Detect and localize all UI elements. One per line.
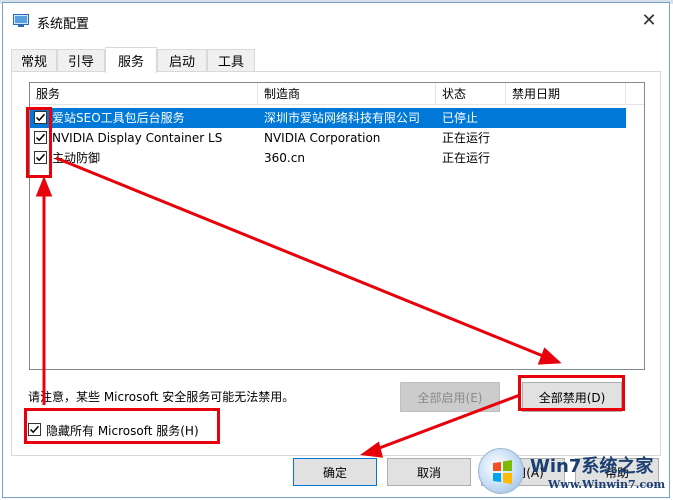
watermark-text: Win7系统之家 [530,456,654,477]
tab-label: 工具 [217,55,244,70]
watermark-url: Www.Winwin7.com [548,478,666,491]
services-list[interactable]: 服务 制造商 状态 禁用日期 爱站SEO工具包后台服务 深圳市爱站网络科技有限公… [29,82,645,370]
service-manufacturer: 360.cn [264,151,305,165]
service-row[interactable]: 爱站SEO工具包后台服务 深圳市爱站网络科技有限公司 已停止 [30,108,626,128]
service-status: 正在运行 [442,131,491,145]
annotation-box-disable-all [518,375,625,411]
service-status: 正在运行 [442,151,491,165]
tab-label: 服务 [117,55,144,70]
list-header: 服务 制造商 状态 禁用日期 [30,83,644,105]
service-name: 主动防御 [52,151,101,165]
tab-startup[interactable]: 启动 [157,49,207,71]
tab-tools[interactable]: 工具 [207,49,255,71]
system-config-icon [13,14,29,28]
annotation-box-hide-ms [24,408,220,444]
service-manufacturer: NVIDIA Corporation [264,131,381,145]
ok-button[interactable]: 确定 [293,458,377,486]
service-disabled-date [512,128,622,148]
column-header-status[interactable]: 状态 [436,83,506,105]
service-name: NVIDIA Display Container LS [52,131,223,145]
title-bar[interactable]: 系统配置 ✕ [3,3,669,39]
close-icon: ✕ [641,9,657,31]
service-row[interactable]: 主动防御 360.cn 正在运行 [30,148,626,168]
cancel-button[interactable]: 取消 [387,458,471,486]
close-button[interactable]: ✕ [629,3,669,37]
windows-logo-icon [478,448,524,494]
service-name: 爱站SEO工具包后台服务 [52,111,185,125]
service-status: 已停止 [442,111,479,125]
window-title: 系统配置 [37,17,90,32]
column-header-manufacturer[interactable]: 制造商 [258,83,436,105]
service-manufacturer: 深圳市爱站网络科技有限公司 [264,111,421,125]
service-disabled-date [512,108,622,128]
enable-all-button[interactable]: 全部启用(E) [400,382,500,412]
service-disabled-date [512,148,622,168]
tab-boot[interactable]: 引导 [57,49,105,71]
site-watermark: Win7系统之家 Www.Winwin7.com [478,448,668,496]
annotation-box-checkboxes [26,107,52,178]
tab-label: 引导 [67,55,94,70]
tab-label: 常规 [20,55,47,70]
tab-services[interactable]: 服务 [105,47,157,73]
tab-label: 启动 [168,55,195,70]
ms-services-note: 请注意，某些 Microsoft 安全服务可能无法禁用。 [28,390,295,404]
service-row[interactable]: NVIDIA Display Container LS NVIDIA Corpo… [30,128,626,148]
column-header-service[interactable]: 服务 [30,83,258,105]
column-header-disabled-date[interactable]: 禁用日期 [506,83,626,105]
tab-general[interactable]: 常规 [11,49,57,71]
